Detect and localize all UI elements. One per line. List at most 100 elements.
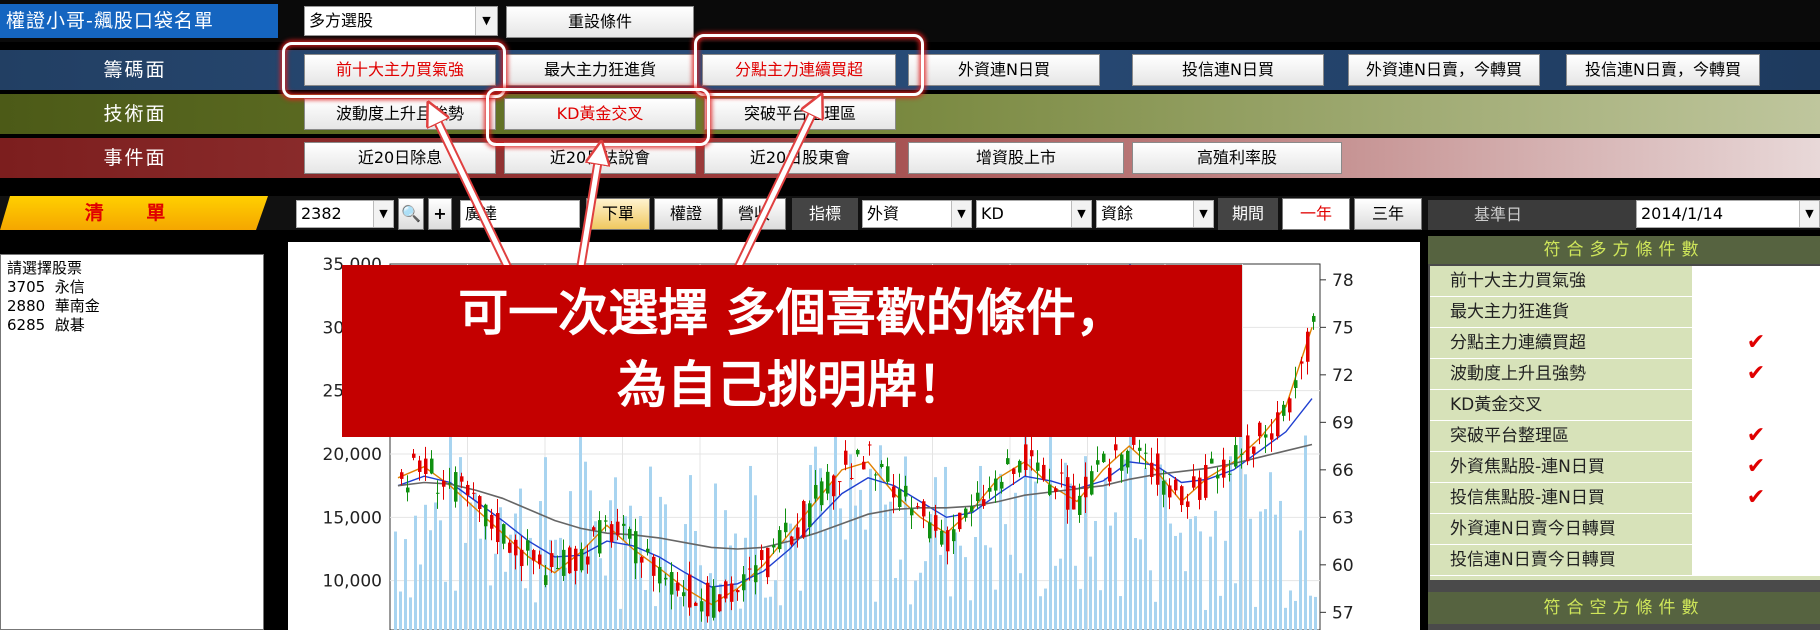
candle-body [730,583,734,602]
volume-bar [1274,514,1277,630]
volume-bar [1189,518,1192,630]
volume-bar [559,537,562,630]
volume-bar [1289,590,1292,630]
volume-bar [1044,588,1047,630]
cond-major-accumulating[interactable]: 最大主力狂進貨 [504,54,696,86]
volume-bar [869,468,872,630]
cond-trust-buy-n[interactable]: 投信連N日買 [1132,54,1324,86]
check-icon: ✔ [1692,328,1820,358]
list-item[interactable]: 6285 啟碁 [7,316,257,335]
indicator-select-2[interactable]: KD ▼ [976,200,1092,228]
volume-bar [914,580,917,630]
period-1y-button[interactable]: 一年 [1282,198,1350,230]
list-item[interactable]: 3705 永信 [7,278,257,297]
candle-body [784,522,788,533]
stock-list-header: 請選擇股票 [7,259,83,277]
bull-condition-name: 外資焦點股-連N日買 [1450,457,1605,477]
volume-bar [1294,600,1297,630]
volume-bar [924,561,927,630]
candle-body [544,575,548,585]
candle-body [1000,481,1004,489]
warrant-button[interactable]: 權證 [654,198,718,230]
volume-bar [1029,458,1032,630]
bull-condition-row: 前十大主力買氣強 [1430,266,1820,297]
candle-body [628,528,632,539]
volume-bar [1249,518,1252,630]
candle-body [418,460,422,472]
candle-body [640,557,644,563]
chevron-down-icon[interactable]: ▼ [1071,201,1091,227]
stock-code-input[interactable]: 2382 ▼ [296,200,394,228]
chevron-down-icon[interactable]: ▼ [373,201,393,227]
cond-investor-conf-20d[interactable]: 近20日法說會 [504,142,696,174]
base-date-input[interactable]: 2014/1/14 ▼ [1636,200,1820,228]
candle-body [532,550,536,561]
candle-body [694,602,698,606]
cond-high-yield[interactable]: 高殖利率股 [1132,142,1342,174]
candle-body [1024,444,1028,470]
cond-volatility-strong[interactable]: 波動度上升且強勢 [304,98,496,130]
volume-bar [1164,479,1167,630]
candle-body [514,539,518,556]
volume-bar [599,558,602,630]
volume-bar [1264,509,1267,630]
bull-condition-row: 外資連N日賣今日轉買 [1430,514,1820,545]
candle-body [1210,458,1214,464]
candle-body [904,485,908,497]
chevron-down-icon[interactable]: ▼ [951,201,971,227]
order-button[interactable]: 下單 [586,198,650,230]
reset-button[interactable]: 重設條件 [506,6,694,38]
volume-bar [409,597,412,630]
volume-bar [554,539,557,630]
check-icon: ✔ [1692,452,1820,482]
candle-body [580,549,584,571]
candle-body [820,481,824,506]
candle-body [850,477,854,479]
chevron-down-icon[interactable]: ▼ [475,7,497,35]
volume-bar [1104,477,1107,630]
bull-condition-name: 前十大主力買氣強 [1450,271,1586,291]
chevron-down-icon[interactable]: ▼ [1799,201,1819,227]
list-item[interactable]: 2880 華南金 [7,297,257,316]
bull-condition-row: 投信連N日賣今日轉買 [1430,545,1820,576]
period-3y-button[interactable]: 三年 [1354,198,1422,230]
volume-bar [894,577,897,630]
add-icon[interactable]: + [428,198,452,230]
candle-body [1090,471,1094,495]
revenue-button[interactable]: 營收 [722,198,786,230]
cond-shareholder-mtg-20d[interactable]: 近20日股東會 [704,142,896,174]
candle-body [898,489,902,508]
candle-body [496,513,500,543]
indicator-select-3[interactable]: 資餘 ▼ [1096,200,1214,228]
volume-bar [1149,570,1152,630]
cond-new-shares-listed[interactable]: 增資股上市 [908,142,1124,174]
candle-body [1174,479,1178,491]
volume-bar [609,500,612,630]
volume-bar [1159,464,1162,630]
cond-foreign-turn-buy[interactable]: 外資連N日賣，今轉買 [1348,54,1540,86]
volume-bar [479,538,482,630]
indicator-select-1[interactable]: 外資 ▼ [862,200,972,228]
cond-platform-breakout[interactable]: 突破平台整理區 [704,98,896,130]
chevron-down-icon[interactable]: ▼ [1193,201,1213,227]
bull-condition-row: KD黃金交叉 [1430,390,1820,421]
candle-body [982,499,986,506]
stock-code: 3705 [7,278,46,296]
cond-foreign-buy-n[interactable]: 外資連N日買 [908,54,1100,86]
mode-select[interactable]: 多方選股 ▼ [304,6,498,36]
row-label-event: 事件面 [103,147,167,169]
volume-bar [1304,435,1307,630]
cond-trust-turn-buy[interactable]: 投信連N日賣，今轉買 [1566,54,1760,86]
candle-body [688,574,692,608]
candle-body [622,523,626,526]
volume-bar [1309,595,1312,630]
volume-bar [619,608,622,630]
candle-body [538,554,542,565]
candle-body [868,444,872,446]
search-icon[interactable]: 🔍 [398,198,424,230]
candle-body [724,581,728,599]
volume-bar [429,530,432,630]
cond-ex-dividend-20d[interactable]: 近20日除息 [304,142,496,174]
volume-bar [464,542,467,630]
candle-body [412,453,416,458]
